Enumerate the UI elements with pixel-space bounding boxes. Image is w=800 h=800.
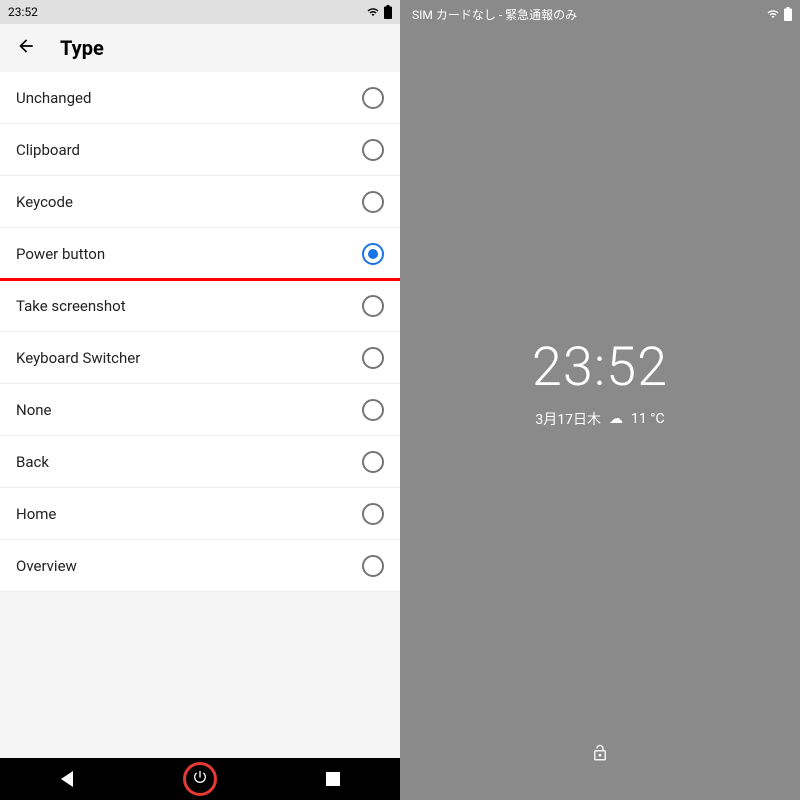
battery-icon (784, 7, 792, 21)
option-label: Back (16, 453, 49, 471)
option-label: Keyboard Switcher (16, 349, 140, 367)
option-keycode[interactable]: Keycode (0, 176, 400, 228)
option-power-button[interactable]: Power button (0, 228, 400, 280)
cloud-icon: ☁ (609, 411, 623, 427)
radio-icon (362, 191, 384, 213)
options-list: Unchanged Clipboard Keycode Power button… (0, 72, 400, 592)
radio-icon (362, 555, 384, 577)
option-unchanged[interactable]: Unchanged (0, 72, 400, 124)
radio-icon (362, 399, 384, 421)
lock-content[interactable]: 23:52 3月17日木 ☁ 11 °C (400, 24, 800, 740)
option-label: Power button (16, 245, 105, 263)
radio-icon (362, 451, 384, 473)
radio-icon-selected (362, 243, 384, 265)
battery-icon (384, 5, 392, 19)
option-take-screenshot[interactable]: Take screenshot (0, 280, 400, 332)
option-label: Take screenshot (16, 297, 126, 315)
wifi-icon (366, 6, 380, 18)
option-keyboard-switcher[interactable]: Keyboard Switcher (0, 332, 400, 384)
power-circle-highlight (183, 762, 217, 796)
nav-back-button[interactable] (46, 758, 88, 800)
nav-recent-icon (326, 772, 340, 786)
option-home[interactable]: Home (0, 488, 400, 540)
radio-icon (362, 87, 384, 109)
status-icons (366, 5, 392, 19)
temperature-text: 11 °C (631, 411, 665, 427)
date-text: 3月17日木 (535, 409, 601, 429)
option-label: Overview (16, 557, 77, 575)
unlock-icon[interactable] (591, 744, 609, 766)
option-label: Home (16, 505, 56, 523)
status-icons (766, 7, 792, 21)
header: Type (0, 24, 400, 72)
navigation-bar (0, 758, 400, 800)
status-bar: SIM カードなし - 緊急通報のみ (400, 0, 800, 24)
option-label: Clipboard (16, 141, 80, 159)
nav-power-button[interactable] (179, 758, 221, 800)
radio-icon (362, 295, 384, 317)
wifi-icon (766, 8, 780, 20)
empty-area (0, 592, 400, 758)
lock-bottom (400, 740, 800, 800)
radio-icon (362, 503, 384, 525)
status-bar: 23:52 (0, 0, 400, 24)
status-time: 23:52 (8, 5, 38, 19)
back-arrow-icon[interactable] (16, 36, 36, 60)
option-clipboard[interactable]: Clipboard (0, 124, 400, 176)
option-back[interactable]: Back (0, 436, 400, 488)
option-none[interactable]: None (0, 384, 400, 436)
option-label: Unchanged (16, 89, 91, 107)
power-icon (192, 769, 208, 789)
clock-time: 23:52 (532, 336, 668, 399)
option-overview[interactable]: Overview (0, 540, 400, 592)
page-title: Type (60, 36, 104, 60)
radio-icon (362, 139, 384, 161)
option-label: Keycode (16, 193, 73, 211)
settings-screen: 23:52 Type Unchanged Clipboard Keycode (0, 0, 400, 800)
sim-status-text: SIM カードなし - 緊急通報のみ (412, 6, 577, 23)
date-weather: 3月17日木 ☁ 11 °C (535, 409, 664, 429)
nav-back-icon (61, 771, 73, 787)
radio-icon (362, 347, 384, 369)
option-label: None (16, 401, 52, 419)
lock-screen: SIM カードなし - 緊急通報のみ 23:52 3月17日木 ☁ 11 °C (400, 0, 800, 800)
nav-recent-button[interactable] (312, 758, 354, 800)
